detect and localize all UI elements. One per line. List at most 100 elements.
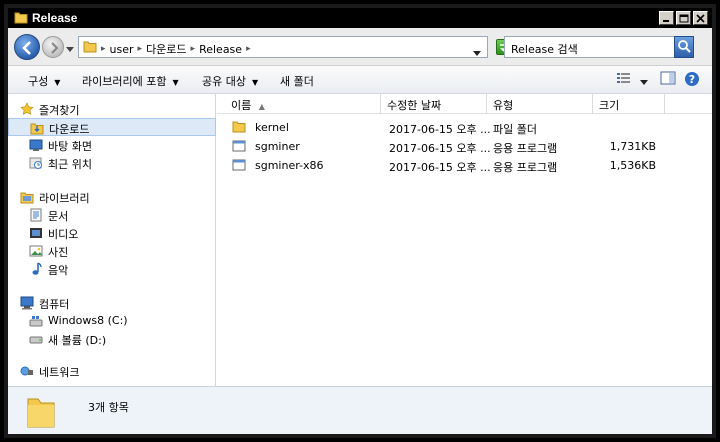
address-history-dropdown[interactable] xyxy=(473,46,481,59)
forward-button[interactable] xyxy=(42,36,64,58)
nav-documents[interactable]: 문서 xyxy=(8,206,216,224)
share-with-menu[interactable]: 공유 대상 ▼ xyxy=(202,73,258,89)
command-bar: 구성 ▼ 라이브러리에 포함 ▼ 공유 대상 ▼ 새 폴더 ? xyxy=(8,66,712,94)
preview-pane-button[interactable] xyxy=(660,71,676,88)
breadcrumb-release[interactable]: Release xyxy=(199,43,242,56)
svg-text:?: ? xyxy=(689,73,695,86)
nav-label: 비디오 xyxy=(48,228,79,241)
title-bar[interactable]: Release xyxy=(8,8,712,28)
nav-videos[interactable]: 비디오 xyxy=(8,224,216,242)
nav-recent-places[interactable]: 최근 위치 xyxy=(8,154,216,172)
column-header-label: 이름 xyxy=(231,99,252,112)
breadcrumb-separator[interactable]: ▸ xyxy=(191,44,196,54)
item-count: 3개 항목 xyxy=(88,401,129,414)
folder-icon xyxy=(26,393,56,432)
file-size: 1,731KB xyxy=(609,140,656,153)
nav-label: 네트워크 xyxy=(39,366,80,379)
view-dropdown[interactable] xyxy=(640,75,648,88)
column-header-type[interactable]: 유형 xyxy=(487,94,593,114)
breadcrumb-separator[interactable]: ▸ xyxy=(101,44,106,54)
nav-label: 라이브러리 xyxy=(39,192,90,205)
nav-label: 즐겨찾기 xyxy=(39,104,80,117)
file-name: sgminer-x86 xyxy=(255,159,324,172)
search-input[interactable]: Release 검색 xyxy=(504,36,694,58)
column-header-modified[interactable]: 수정한 날짜 xyxy=(381,94,487,114)
breadcrumb-downloads[interactable]: 다운로드 xyxy=(146,41,186,57)
details-pane: 3개 항목 xyxy=(8,386,712,434)
search-button[interactable] xyxy=(674,36,694,58)
file-modified: 2017-06-15 오후 ... xyxy=(389,123,491,136)
new-folder-button[interactable]: 새 폴더 xyxy=(280,73,314,89)
share-with-label: 공유 대상 xyxy=(202,75,246,88)
chevron-down-icon: ▼ xyxy=(251,78,259,87)
file-name: sgminer xyxy=(255,140,300,153)
recent-places-icon xyxy=(29,156,43,173)
pictures-icon xyxy=(29,244,43,261)
breadcrumb[interactable]: ▸ user ▸ 다운로드 ▸ Release ▸ xyxy=(78,36,488,58)
column-header-label: 수정한 날짜 xyxy=(387,99,442,112)
file-type: 파일 폴더 xyxy=(493,123,537,136)
nav-pictures[interactable]: 사진 xyxy=(8,242,216,260)
minimize-button[interactable] xyxy=(659,11,674,25)
navigation-pane: 즐겨찾기 다운로드 바탕 화면 최근 위치 라이브러리 문서 비디오 사진 음악… xyxy=(8,94,216,386)
help-button[interactable]: ? xyxy=(684,71,700,90)
nav-favorites[interactable]: 즐겨찾기 xyxy=(8,100,216,118)
file-row-kernel[interactable]: kernel 2017-06-15 오후 ... 파일 폴더 xyxy=(217,118,712,137)
file-modified: 2017-06-15 오후 ... xyxy=(389,161,491,174)
nav-music[interactable]: 음악 xyxy=(8,260,216,278)
organize-label: 구성 xyxy=(28,75,49,88)
video-icon xyxy=(29,226,43,243)
nav-network[interactable]: 네트워크 xyxy=(8,362,216,380)
documents-icon xyxy=(29,208,43,225)
file-modified: 2017-06-15 오후 ... xyxy=(389,142,491,155)
nav-computer[interactable]: 컴퓨터 xyxy=(8,294,216,312)
libraries-icon xyxy=(20,190,34,207)
breadcrumb-separator[interactable]: ▸ xyxy=(246,44,251,54)
arrow-right-icon xyxy=(51,42,59,54)
nav-desktop[interactable]: 바탕 화면 xyxy=(8,136,216,154)
file-row-sgminer[interactable]: sgminer 2017-06-15 오후 ... 응용 프로그램 1,731K… xyxy=(217,137,712,156)
column-header-label: 유형 xyxy=(493,99,514,112)
file-row-sgminer-x86[interactable]: sgminer-x86 2017-06-15 오후 ... 응용 프로그램 1,… xyxy=(217,156,712,175)
column-header-size[interactable]: 크기 xyxy=(593,94,665,114)
include-library-label: 라이브러리에 포함 xyxy=(82,75,167,88)
nav-libraries[interactable]: 라이브러리 xyxy=(8,188,216,206)
address-bar: ▸ user ▸ 다운로드 ▸ Release ▸ Release 검색 xyxy=(8,28,712,66)
help-icon: ? xyxy=(685,72,699,86)
arrow-left-icon xyxy=(22,41,31,55)
chevron-down-icon: ▼ xyxy=(54,78,61,87)
recent-pages-dropdown[interactable] xyxy=(66,43,74,56)
organize-menu[interactable]: 구성 ▼ xyxy=(28,73,60,89)
computer-icon xyxy=(20,296,34,313)
column-header-name[interactable]: 이름 ▲ xyxy=(225,94,381,114)
maximize-button[interactable] xyxy=(676,11,691,25)
close-button[interactable] xyxy=(693,11,708,25)
nav-drive-c[interactable]: Windows8 (C:) xyxy=(8,312,216,330)
column-header-label: 크기 xyxy=(599,99,620,112)
file-type: 응용 프로그램 xyxy=(493,142,558,155)
star-icon xyxy=(20,102,34,119)
include-in-library-menu[interactable]: 라이브러리에 포함 ▼ xyxy=(82,73,179,89)
breadcrumb-user[interactable]: user xyxy=(110,43,134,56)
column-headers: 이름 ▲ 수정한 날짜 유형 크기 xyxy=(217,94,712,114)
file-size: 1,536KB xyxy=(609,159,656,172)
nav-label: Windows8 (C:) xyxy=(48,314,128,327)
desktop-icon xyxy=(29,138,43,155)
nav-label: 사진 xyxy=(48,246,69,259)
nav-label: 바탕 화면 xyxy=(48,140,92,153)
folder-icon xyxy=(14,11,28,27)
nav-label: 컴퓨터 xyxy=(39,298,70,311)
breadcrumb-separator[interactable]: ▸ xyxy=(138,44,143,54)
window-title: Release xyxy=(32,11,78,25)
nav-downloads[interactable]: 다운로드 xyxy=(8,118,216,136)
application-icon xyxy=(232,158,246,175)
search-placeholder: Release 검색 xyxy=(511,43,578,56)
explorer-window: Release ▸ user ▸ 다운로드 ▸ Release ▸ Releas… xyxy=(4,4,716,438)
nav-label: 음악 xyxy=(48,264,69,277)
search-icon xyxy=(678,40,691,53)
nav-drive-d[interactable]: 새 볼륨 (D:) xyxy=(8,330,216,348)
back-button[interactable] xyxy=(14,34,40,60)
view-options-button[interactable] xyxy=(616,71,632,88)
application-icon xyxy=(232,139,246,156)
nav-label: 다운로드 xyxy=(49,123,90,136)
